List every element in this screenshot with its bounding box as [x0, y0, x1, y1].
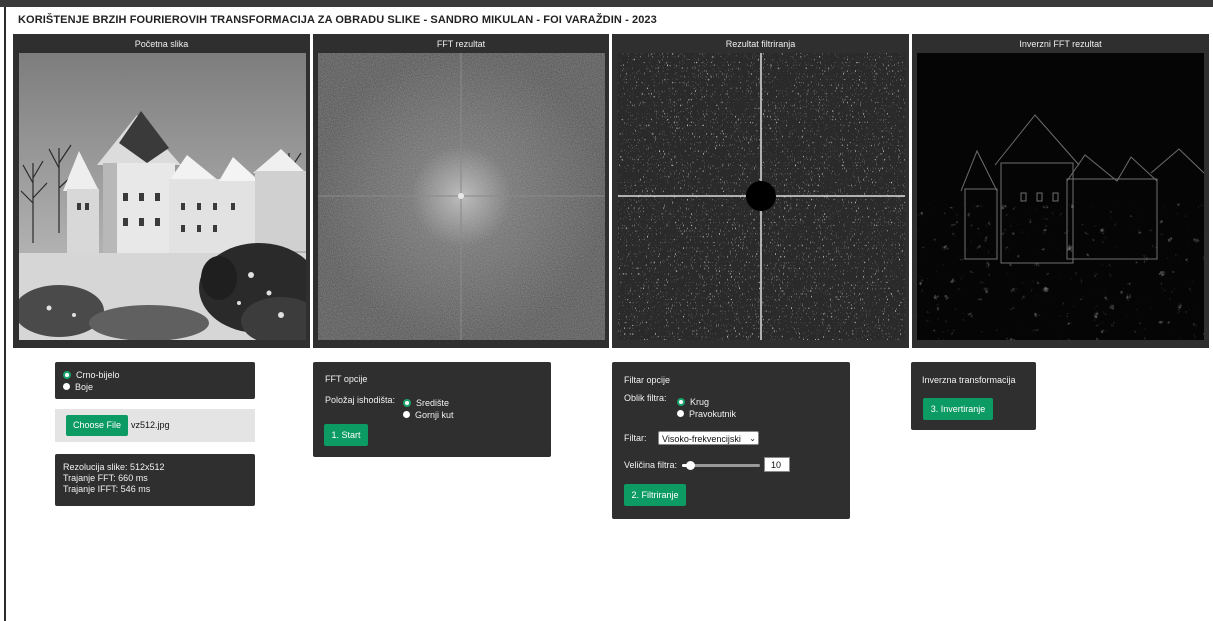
radio-origin-corner[interactable]: Gornji kut: [403, 409, 454, 420]
panel-title-original: Početna slika: [134, 39, 189, 49]
filter-size-input[interactable]: 10: [764, 457, 790, 472]
filter-shape-label: Oblik filtra:: [624, 393, 667, 403]
start-button[interactable]: 1. Start: [324, 424, 368, 446]
chevron-down-icon: ⌄: [749, 434, 756, 443]
radio-color-label: Boje: [75, 381, 94, 392]
radio-grayscale[interactable]: Crno-bijelo: [63, 369, 120, 380]
panel-fft: FFT rezultat: [313, 34, 609, 348]
radio-shape-circle-indicator[interactable]: [677, 397, 685, 406]
inverse-heading: Inverzna transformacija: [922, 375, 1016, 385]
filter-result-image: [618, 53, 905, 340]
ifft-duration-text: Trajanje IFFT: 546 ms: [63, 484, 151, 494]
filter-size-label: Veličina filtra:: [624, 460, 678, 470]
color-mode-box: Crno-bijelo Boje: [55, 362, 255, 399]
filter-type-label: Filtar:: [624, 433, 647, 443]
radio-color-indicator[interactable]: [63, 383, 70, 390]
radio-shape-rectangle-indicator[interactable]: [677, 410, 684, 417]
filter-type-select[interactable]: Visoko-frekvencijski ⌄: [658, 431, 759, 445]
panel-inverse-fft: Inverzni FFT rezultat: [912, 34, 1209, 348]
origin-label: Položaj ishodišta:: [325, 395, 396, 405]
radio-shape-rectangle[interactable]: Pravokutnik: [677, 408, 736, 419]
radio-origin-center-indicator[interactable]: [403, 398, 411, 407]
window-left-border: [4, 7, 6, 621]
file-chooser: Choose File vz512.jpg: [55, 409, 255, 442]
fft-options-heading: FFT opcije: [325, 374, 368, 384]
page-title: KORIŠTENJE BRZIH FOURIEROVIH TRANSFORMAC…: [18, 14, 657, 26]
panel-title-filter-result: Rezultat filtriranja: [725, 39, 796, 49]
choose-file-button[interactable]: Choose File: [66, 415, 128, 436]
fft-duration-text: Trajanje FFT: 660 ms: [63, 473, 148, 483]
radio-origin-center[interactable]: Središte: [403, 397, 449, 408]
image-panels: Početna slika FFT rezultat Rezultat filt…: [13, 34, 1210, 348]
radio-origin-corner-label: Gornji kut: [415, 409, 454, 420]
radio-shape-circle-label: Krug: [690, 396, 710, 407]
inverse-fft-image: [917, 53, 1204, 340]
info-box: Rezolucija slike: 512x512 Trajanje FFT: …: [55, 454, 255, 506]
radio-grayscale-indicator[interactable]: [63, 370, 71, 379]
panel-title-fft: FFT rezultat: [436, 39, 486, 49]
window-top-border: [0, 0, 1213, 7]
file-name: vz512.jpg: [131, 420, 170, 430]
filter-button[interactable]: 2. Filtriranje: [624, 484, 686, 506]
fft-options-box: FFT opcije Položaj ishodišta: Središte G…: [313, 362, 551, 457]
panel-original: Početna slika: [13, 34, 310, 348]
fft-image: [318, 53, 605, 340]
filter-type-value: Visoko-frekvencijski: [662, 434, 741, 444]
original-image: [19, 53, 306, 340]
radio-origin-center-label: Središte: [416, 397, 450, 408]
resolution-text: Rezolucija slike: 512x512: [63, 462, 165, 472]
filter-size-slider-thumb[interactable]: [685, 461, 695, 470]
radio-origin-corner-indicator[interactable]: [403, 411, 410, 418]
radio-shape-rectangle-label: Pravokutnik: [689, 408, 737, 419]
invert-button[interactable]: 3. Invertiranje: [923, 398, 993, 420]
radio-grayscale-label: Crno-bijelo: [76, 369, 120, 380]
inverse-box: Inverzna transformacija 3. Invertiranje: [911, 362, 1036, 430]
panel-filter-result: Rezultat filtriranja: [612, 34, 909, 348]
filter-options-heading: Filtar opcije: [624, 375, 671, 385]
radio-color[interactable]: Boje: [63, 381, 93, 392]
filter-options-box: Filtar opcije Oblik filtra: Krug Pravoku…: [612, 362, 850, 519]
radio-shape-circle[interactable]: Krug: [677, 396, 709, 407]
panel-title-inverse-fft: Inverzni FFT rezultat: [1019, 39, 1102, 49]
